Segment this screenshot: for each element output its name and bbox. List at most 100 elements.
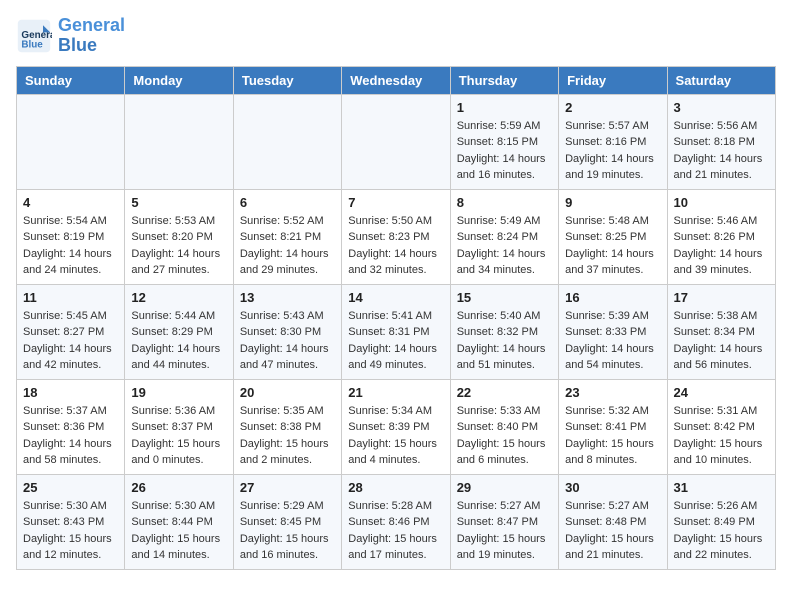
cell-info: Sunrise: 5:44 AMSunset: 8:29 PMDaylight:… bbox=[131, 308, 226, 374]
day-number: 1 bbox=[457, 100, 552, 115]
day-number: 2 bbox=[565, 100, 660, 115]
day-number: 13 bbox=[240, 290, 335, 305]
cell-info: Sunrise: 5:48 AMSunset: 8:25 PMDaylight:… bbox=[565, 213, 660, 279]
day-number: 9 bbox=[565, 195, 660, 210]
cell-info: Sunrise: 5:37 AMSunset: 8:36 PMDaylight:… bbox=[23, 403, 118, 469]
calendar-table: SundayMondayTuesdayWednesdayThursdayFrid… bbox=[16, 66, 776, 570]
calendar-cell bbox=[342, 94, 450, 189]
cell-info: Sunrise: 5:50 AMSunset: 8:23 PMDaylight:… bbox=[348, 213, 443, 279]
day-number: 27 bbox=[240, 480, 335, 495]
day-number: 12 bbox=[131, 290, 226, 305]
header-monday: Monday bbox=[125, 66, 233, 94]
day-number: 26 bbox=[131, 480, 226, 495]
cell-info: Sunrise: 5:54 AMSunset: 8:19 PMDaylight:… bbox=[23, 213, 118, 279]
day-number: 19 bbox=[131, 385, 226, 400]
calendar-cell: 31 Sunrise: 5:26 AMSunset: 8:49 PMDayligh… bbox=[667, 474, 775, 569]
day-number: 8 bbox=[457, 195, 552, 210]
cell-info: Sunrise: 5:45 AMSunset: 8:27 PMDaylight:… bbox=[23, 308, 118, 374]
day-number: 10 bbox=[674, 195, 769, 210]
header-friday: Friday bbox=[559, 66, 667, 94]
cell-info: Sunrise: 5:32 AMSunset: 8:41 PMDaylight:… bbox=[565, 403, 660, 469]
day-number: 24 bbox=[674, 385, 769, 400]
cell-info: Sunrise: 5:43 AMSunset: 8:30 PMDaylight:… bbox=[240, 308, 335, 374]
day-number: 11 bbox=[23, 290, 118, 305]
cell-info: Sunrise: 5:49 AMSunset: 8:24 PMDaylight:… bbox=[457, 213, 552, 279]
calendar-cell: 29 Sunrise: 5:27 AMSunset: 8:47 PMDayligh… bbox=[450, 474, 558, 569]
calendar-cell: 7 Sunrise: 5:50 AMSunset: 8:23 PMDaylight… bbox=[342, 189, 450, 284]
calendar-cell: 5Sunrise: 5:53 AMSunset: 8:20 PMDaylight… bbox=[125, 189, 233, 284]
cell-info: Sunrise: 5:38 AMSunset: 8:34 PMDaylight:… bbox=[674, 308, 769, 374]
calendar-cell: 27 Sunrise: 5:29 AMSunset: 8:45 PMDayligh… bbox=[233, 474, 341, 569]
calendar-cell: 9 Sunrise: 5:48 AMSunset: 8:25 PMDaylight… bbox=[559, 189, 667, 284]
cell-info: Sunrise: 5:27 AMSunset: 8:47 PMDaylight:… bbox=[457, 498, 552, 564]
day-number: 15 bbox=[457, 290, 552, 305]
day-number: 17 bbox=[674, 290, 769, 305]
header-sunday: Sunday bbox=[17, 66, 125, 94]
day-number: 22 bbox=[457, 385, 552, 400]
week-row-5: 25 Sunrise: 5:30 AMSunset: 8:43 PMDayligh… bbox=[17, 474, 776, 569]
day-number: 7 bbox=[348, 195, 443, 210]
cell-info: Sunrise: 5:30 AMSunset: 8:43 PMDaylight:… bbox=[23, 498, 118, 564]
cell-info: Sunrise: 5:56 AMSunset: 8:18 PMDaylight:… bbox=[674, 118, 769, 184]
calendar-cell: 20Sunrise: 5:35 AMSunset: 8:38 PMDayligh… bbox=[233, 379, 341, 474]
cell-info: Sunrise: 5:31 AMSunset: 8:42 PMDaylight:… bbox=[674, 403, 769, 469]
day-number: 6 bbox=[240, 195, 335, 210]
page-header: General Blue GeneralBlue bbox=[16, 16, 776, 56]
logo-icon: General Blue bbox=[16, 18, 52, 54]
day-number: 29 bbox=[457, 480, 552, 495]
calendar-cell: 15 Sunrise: 5:40 AMSunset: 8:32 PMDayligh… bbox=[450, 284, 558, 379]
calendar-cell: 17 Sunrise: 5:38 AMSunset: 8:34 PMDayligh… bbox=[667, 284, 775, 379]
calendar-cell bbox=[17, 94, 125, 189]
calendar-cell: 6 Sunrise: 5:52 AMSunset: 8:21 PMDaylight… bbox=[233, 189, 341, 284]
day-number: 31 bbox=[674, 480, 769, 495]
header-saturday: Saturday bbox=[667, 66, 775, 94]
calendar-cell: 1 Sunrise: 5:59 AMSunset: 8:15 PMDaylight… bbox=[450, 94, 558, 189]
calendar-cell: 4 Sunrise: 5:54 AMSunset: 8:19 PMDaylight… bbox=[17, 189, 125, 284]
calendar-cell: 24 Sunrise: 5:31 AMSunset: 8:42 PMDayligh… bbox=[667, 379, 775, 474]
cell-info: Sunrise: 5:40 AMSunset: 8:32 PMDaylight:… bbox=[457, 308, 552, 374]
calendar-cell: 28Sunrise: 5:28 AMSunset: 8:46 PMDayligh… bbox=[342, 474, 450, 569]
day-number: 18 bbox=[23, 385, 118, 400]
calendar-cell: 22 Sunrise: 5:33 AMSunset: 8:40 PMDayligh… bbox=[450, 379, 558, 474]
day-number: 23 bbox=[565, 385, 660, 400]
logo-text: GeneralBlue bbox=[58, 16, 125, 56]
day-number: 30 bbox=[565, 480, 660, 495]
calendar-cell bbox=[125, 94, 233, 189]
calendar-header-row: SundayMondayTuesdayWednesdayThursdayFrid… bbox=[17, 66, 776, 94]
calendar-cell: 26 Sunrise: 5:30 AMSunset: 8:44 PMDayligh… bbox=[125, 474, 233, 569]
header-thursday: Thursday bbox=[450, 66, 558, 94]
cell-info: Sunrise: 5:46 AMSunset: 8:26 PMDaylight:… bbox=[674, 213, 769, 279]
day-number: 3 bbox=[674, 100, 769, 115]
cell-info: Sunrise: 5:35 AMSunset: 8:38 PMDaylight:… bbox=[240, 403, 335, 469]
calendar-cell: 18 Sunrise: 5:37 AMSunset: 8:36 PMDayligh… bbox=[17, 379, 125, 474]
day-number: 21 bbox=[348, 385, 443, 400]
cell-info: Sunrise: 5:30 AMSunset: 8:44 PMDaylight:… bbox=[131, 498, 226, 564]
cell-info: Sunrise: 5:27 AMSunset: 8:48 PMDaylight:… bbox=[565, 498, 660, 564]
cell-info: Sunrise: 5:26 AMSunset: 8:49 PMDaylight:… bbox=[674, 498, 769, 564]
cell-info: Sunrise: 5:33 AMSunset: 8:40 PMDaylight:… bbox=[457, 403, 552, 469]
day-number: 25 bbox=[23, 480, 118, 495]
cell-info: Sunrise: 5:41 AMSunset: 8:31 PMDaylight:… bbox=[348, 308, 443, 374]
calendar-cell: 11 Sunrise: 5:45 AMSunset: 8:27 PMDayligh… bbox=[17, 284, 125, 379]
week-row-3: 11 Sunrise: 5:45 AMSunset: 8:27 PMDayligh… bbox=[17, 284, 776, 379]
calendar-cell: 2Sunrise: 5:57 AMSunset: 8:16 PMDaylight… bbox=[559, 94, 667, 189]
cell-info: Sunrise: 5:52 AMSunset: 8:21 PMDaylight:… bbox=[240, 213, 335, 279]
day-number: 14 bbox=[348, 290, 443, 305]
cell-info: Sunrise: 5:29 AMSunset: 8:45 PMDaylight:… bbox=[240, 498, 335, 564]
calendar-cell: 30 Sunrise: 5:27 AMSunset: 8:48 PMDayligh… bbox=[559, 474, 667, 569]
cell-info: Sunrise: 5:53 AMSunset: 8:20 PMDaylight:… bbox=[131, 213, 226, 279]
cell-info: Sunrise: 5:34 AMSunset: 8:39 PMDaylight:… bbox=[348, 403, 443, 469]
week-row-1: 1 Sunrise: 5:59 AMSunset: 8:15 PMDaylight… bbox=[17, 94, 776, 189]
cell-info: Sunrise: 5:36 AMSunset: 8:37 PMDaylight:… bbox=[131, 403, 226, 469]
calendar-cell: 13 Sunrise: 5:43 AMSunset: 8:30 PMDayligh… bbox=[233, 284, 341, 379]
day-number: 4 bbox=[23, 195, 118, 210]
day-number: 16 bbox=[565, 290, 660, 305]
cell-info: Sunrise: 5:59 AMSunset: 8:15 PMDaylight:… bbox=[457, 118, 552, 184]
calendar-cell: 21 Sunrise: 5:34 AMSunset: 8:39 PMDayligh… bbox=[342, 379, 450, 474]
calendar-cell: 8 Sunrise: 5:49 AMSunset: 8:24 PMDaylight… bbox=[450, 189, 558, 284]
calendar-cell: 12 Sunrise: 5:44 AMSunset: 8:29 PMDayligh… bbox=[125, 284, 233, 379]
calendar-cell: 14 Sunrise: 5:41 AMSunset: 8:31 PMDayligh… bbox=[342, 284, 450, 379]
header-wednesday: Wednesday bbox=[342, 66, 450, 94]
calendar-cell: 25 Sunrise: 5:30 AMSunset: 8:43 PMDayligh… bbox=[17, 474, 125, 569]
cell-info: Sunrise: 5:39 AMSunset: 8:33 PMDaylight:… bbox=[565, 308, 660, 374]
